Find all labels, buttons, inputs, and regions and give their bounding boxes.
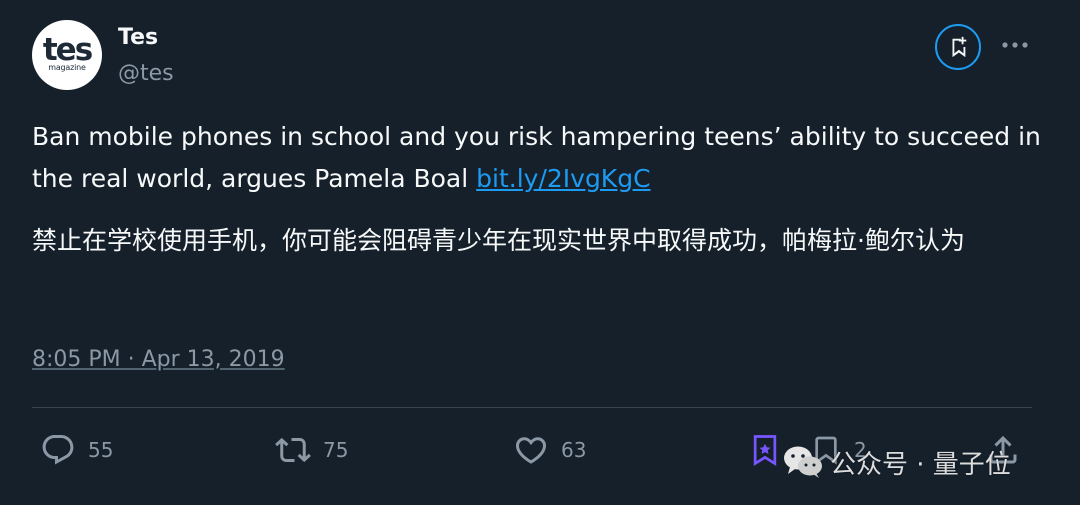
grok-icon [952,36,967,58]
avatar-logo-sub: magazine [48,62,86,72]
watermark-text: 公众号 · 量子位 [830,449,1011,480]
wechat-icon [784,446,822,478]
heart-icon [515,437,547,464]
author-handle[interactable]: @tes [118,60,174,88]
retweet-button[interactable]: 75 [275,430,348,470]
grok-button[interactable] [935,24,981,70]
tweet: tes magazine Tes @tes Ban mobile phones … [0,0,1080,505]
watermark: 公众号 · 量子位 [782,440,1011,484]
avatar-logo: tes [42,31,93,68]
retweet-count: 75 [323,438,349,462]
grok-action-button[interactable] [750,430,780,470]
avatar[interactable]: tes magazine [32,20,102,90]
tweet-text: Ban mobile phones in school and you risk… [32,116,1042,200]
more-icon [1002,42,1028,48]
reply-icon [42,435,74,465]
more-button[interactable] [998,30,1032,60]
like-count: 63 [561,438,587,462]
like-button[interactable]: 63 [513,430,586,470]
author-display-name[interactable]: Tes [118,24,158,52]
retweet-icon [275,437,311,463]
tweet-timestamp[interactable]: 8:05 PM · Apr 13, 2019 [32,345,285,375]
reply-count: 55 [88,438,114,462]
grok-icon [753,435,777,466]
tweet-link[interactable]: bit.ly/2IvgKgC [476,164,650,193]
tweet-translation: 禁止在学校使用手机，你可能会阻碍青少年在现实世界中取得成功，帕梅拉·鲍尔认为 [32,226,965,255]
reply-button[interactable]: 55 [40,430,113,470]
divider [32,407,1032,408]
